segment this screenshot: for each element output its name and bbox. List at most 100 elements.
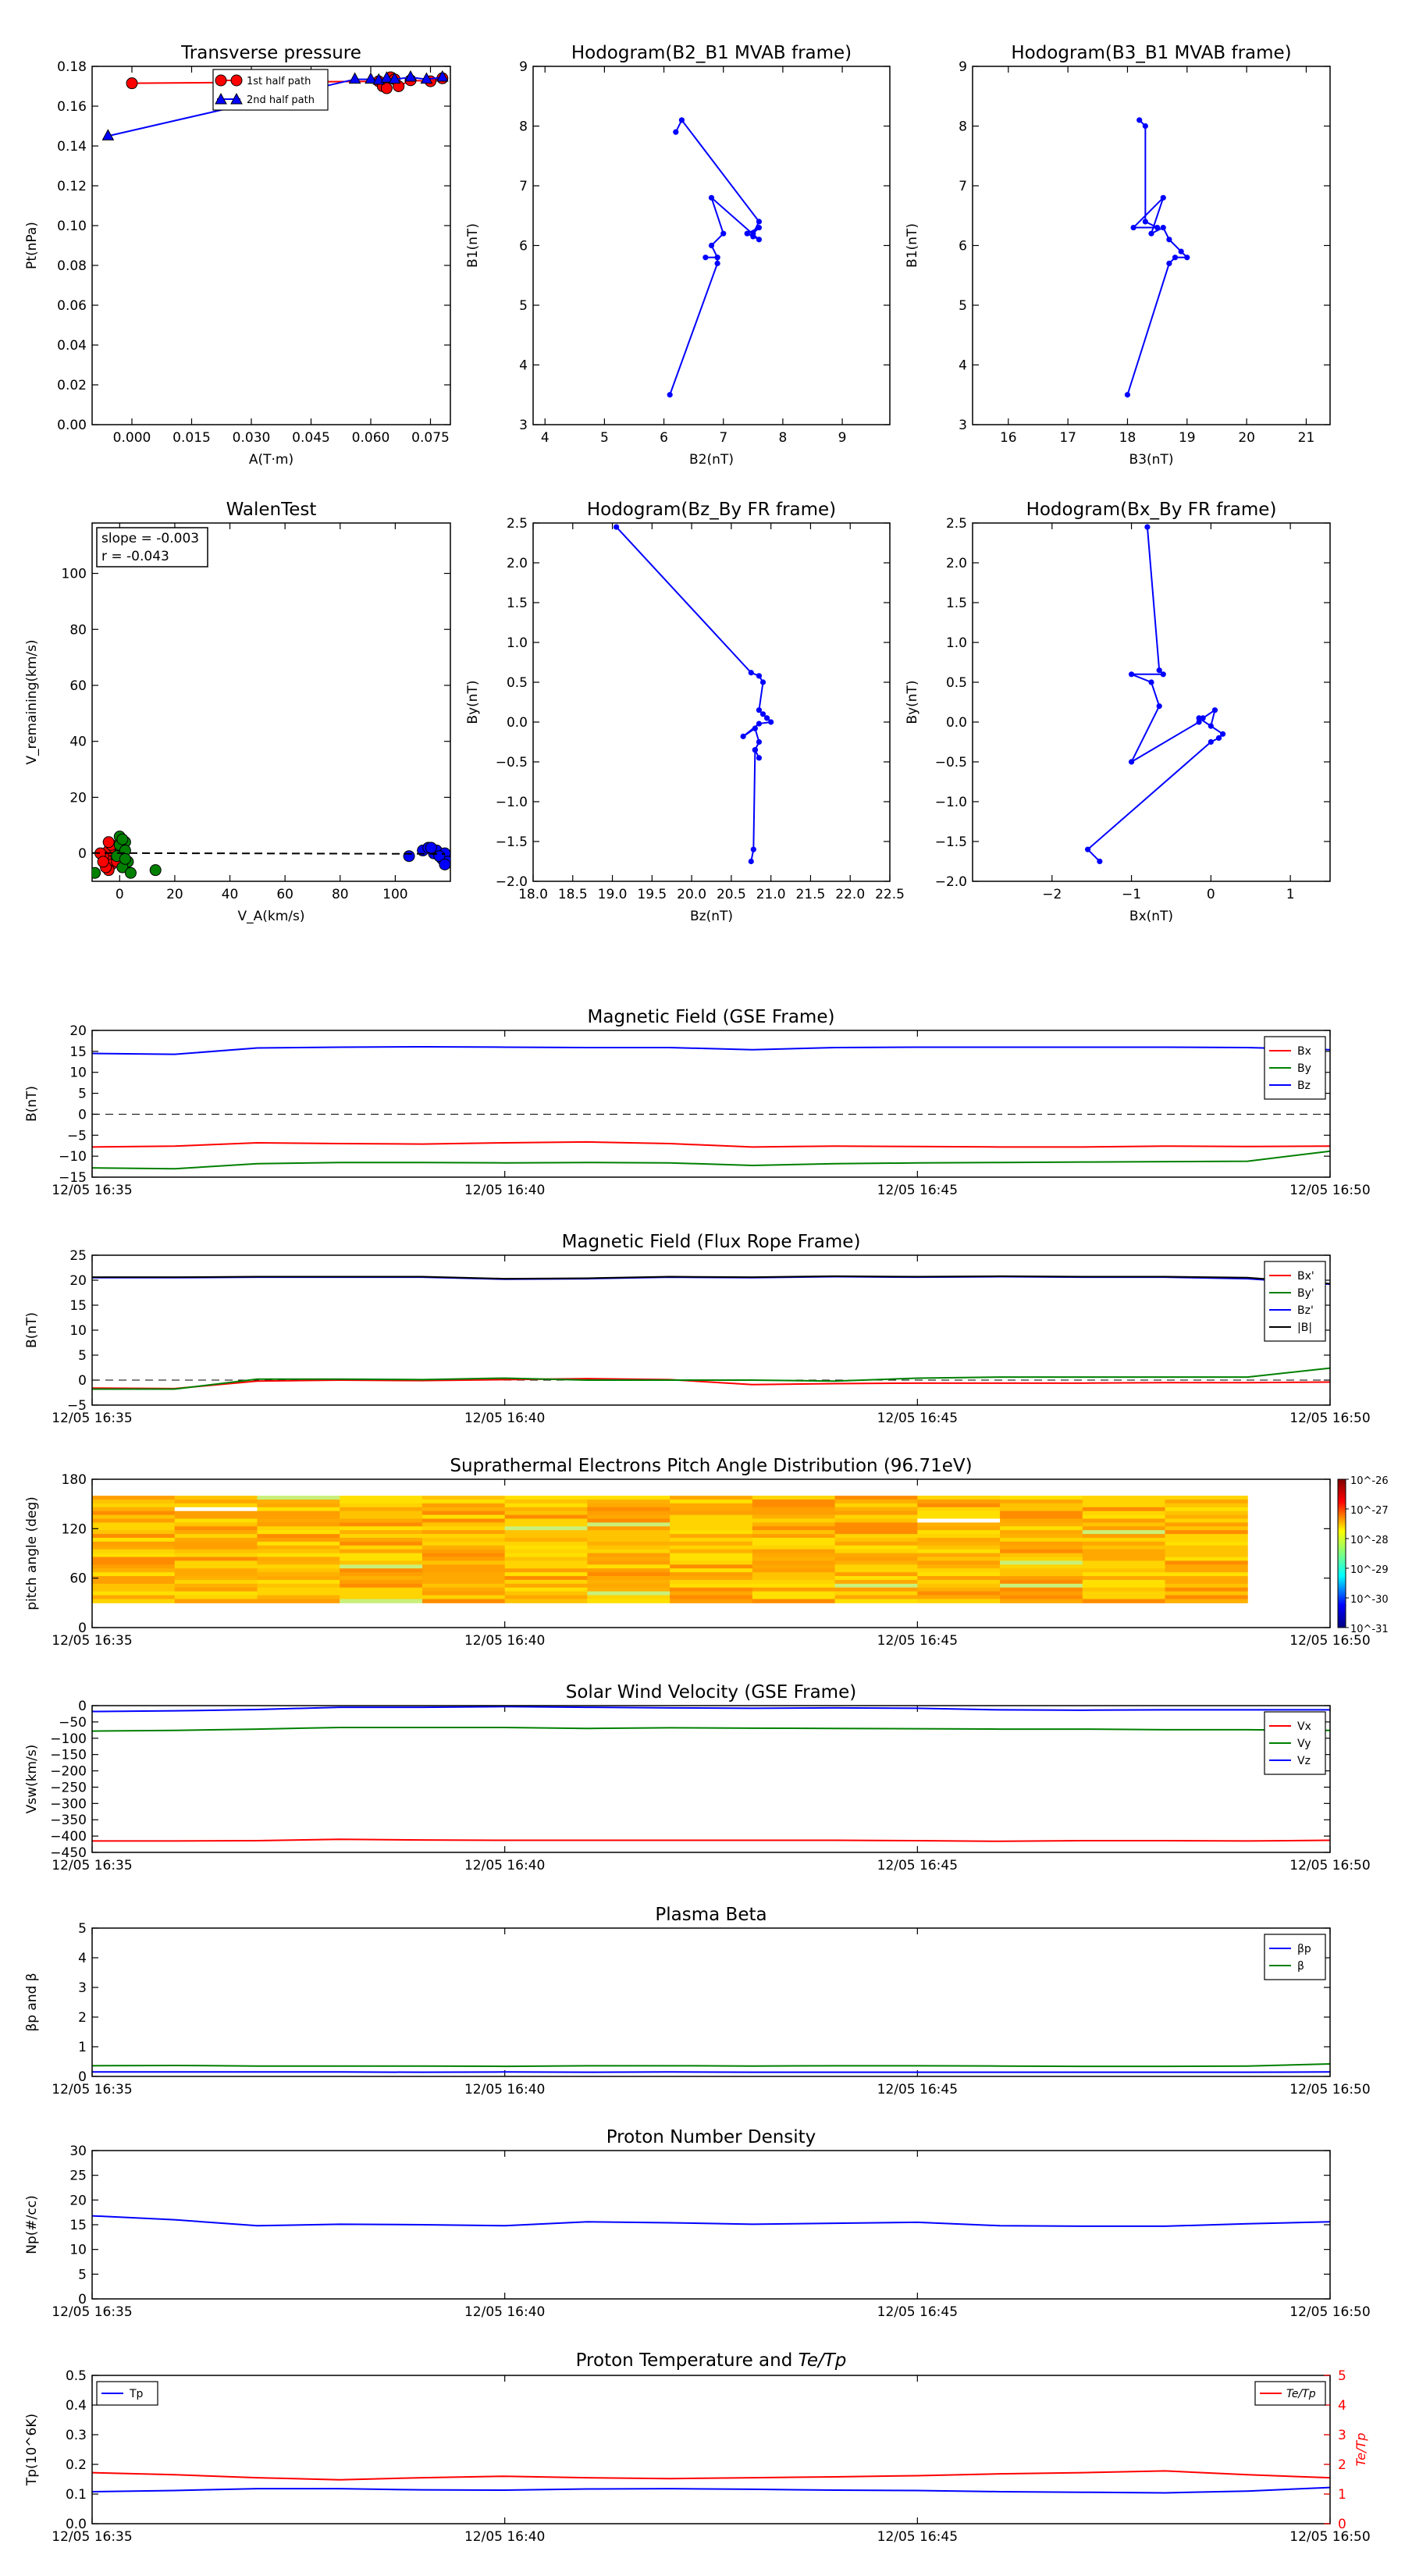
heatmap-cell (1000, 1545, 1083, 1550)
heatmap-cell (92, 1541, 176, 1546)
heatmap-cell (670, 1538, 753, 1542)
heatmap-cell (917, 1534, 1001, 1539)
heatmap-cell (92, 1522, 176, 1527)
y-tick-label: 2.5 (507, 516, 528, 532)
heatmap-cell (422, 1545, 506, 1550)
y-tick-label: 100 (62, 567, 87, 582)
heatmap-cell (1165, 1599, 1248, 1603)
y-axis-label: By(nT) (465, 680, 481, 724)
heatmap-cell (1165, 1503, 1248, 1508)
x-tick-label: 16 (1000, 430, 1017, 446)
x-tick-label: 4 (541, 430, 550, 446)
data-point (750, 233, 756, 240)
data-point (97, 856, 109, 868)
heatmap-cell (1165, 1507, 1248, 1512)
heatmap-cell (1082, 1583, 1166, 1589)
x-tick-label: 0.045 (292, 430, 330, 446)
heatmap-cell (834, 1534, 918, 1539)
heatmap-cell (752, 1599, 836, 1603)
heatmap-cell (422, 1534, 506, 1539)
heatmap-cell (1082, 1591, 1166, 1596)
y-tick-label: 7 (959, 179, 967, 194)
data-point (92, 866, 101, 879)
heatmap-cell (834, 1507, 918, 1512)
panel-walen-test: WalenTest 0 20 40 60 80 100 0 20 40 60 80 100 V_A(km/… (24, 500, 451, 924)
data-point (1220, 731, 1226, 737)
heatmap-cell (834, 1510, 918, 1516)
heatmap-cell (917, 1553, 1001, 1558)
series-line (91, 1150, 1331, 1170)
heatmap-cell (1082, 1568, 1166, 1573)
heatmap-cell (1082, 1496, 1166, 1500)
heatmap-cell (174, 1591, 258, 1596)
heatmap-cell (1165, 1557, 1248, 1561)
time-tick-label: 12/05 16:50 (1289, 1858, 1370, 1873)
heatmap-cell (1000, 1500, 1083, 1504)
x-tick-label: 18 (1119, 430, 1136, 446)
heatmap-cell (1000, 1538, 1083, 1542)
heatmap-cell (1082, 1576, 1166, 1581)
heatmap-cell (917, 1530, 1001, 1535)
y-tick-label: 3 (519, 418, 528, 433)
x-tick-label: 21.0 (756, 887, 786, 902)
heatmap-cell (1082, 1530, 1166, 1535)
x-tick-label: 17 (1059, 430, 1076, 446)
time-tick-label: 12/05 16:45 (877, 2304, 958, 2320)
heatmap-cell (670, 1553, 753, 1558)
heatmap-cell (752, 1514, 836, 1520)
heatmap-cell (834, 1530, 918, 1535)
heatmap-cell (834, 1526, 918, 1531)
data-point (1128, 759, 1135, 765)
heatmap-cell (1165, 1541, 1248, 1546)
y-tick-label: 0.14 (57, 139, 87, 155)
heatmap-cell (1082, 1507, 1166, 1512)
heatmap-cell (422, 1579, 506, 1585)
data-point (756, 755, 763, 761)
heatmap-cell (834, 1599, 918, 1603)
heatmap-cell (1165, 1591, 1248, 1596)
heatmap-cell (504, 1510, 588, 1516)
y-tick-label: −2.0 (496, 874, 528, 890)
heatmap-cell (92, 1526, 176, 1531)
right-y-tick-label: 3 (1338, 2428, 1346, 2443)
heatmap-cell (670, 1583, 753, 1589)
data-point (1178, 248, 1184, 254)
plot-title: Solar Wind Velocity (GSE Frame) (566, 1682, 856, 1703)
y-tick-label: 0 (78, 1373, 87, 1389)
heatmap-cell (1000, 1530, 1083, 1535)
series-line (92, 1838, 1331, 1842)
heatmap-cell (917, 1549, 1001, 1554)
heatmap-cell (257, 1510, 340, 1516)
heatmap-cell (1165, 1587, 1248, 1592)
heatmap-cell (422, 1541, 506, 1546)
data-point (1144, 524, 1151, 530)
data-point (678, 117, 685, 123)
heatmap-cell (670, 1568, 753, 1573)
right-y-tick-label: 5 (1338, 2368, 1346, 2384)
panel-proton-temperature: 0.00.10.20.30.40.5Tp(10^6K)12/05 16:35 12… (24, 2350, 1371, 2545)
y-tick-label: 0 (78, 1107, 87, 1123)
panel-hodogram-bx-by: Hodogram(Bx_By FR frame) −2 −1 0 1 −2.0 −1.5 −1… (905, 500, 1331, 924)
heatmap-cell (422, 1500, 506, 1504)
legend-label: β (1297, 1960, 1304, 1973)
heatmap-cell (504, 1541, 588, 1546)
heatmap-cell (340, 1541, 423, 1546)
data-point (752, 747, 758, 753)
y-axis-label: By(nT) (905, 680, 920, 724)
heatmap-cell (174, 1534, 258, 1539)
y-axis-label: Pt(nPa) (24, 222, 40, 269)
time-tick-label: 12/05 16:50 (1289, 2304, 1370, 2320)
heatmap-cell (340, 1545, 423, 1550)
data-point (1208, 723, 1214, 729)
time-tick-label: 12/05 16:45 (877, 2529, 958, 2545)
series-line (91, 1726, 1331, 1732)
heatmap-cell (174, 1564, 258, 1569)
heatmap-cell (752, 1553, 836, 1558)
heatmap-cell (340, 1538, 423, 1542)
y-tick-label: 0.2 (66, 2457, 87, 2473)
heatmap-cell (174, 1514, 258, 1520)
plot-title: Hodogram(Bz_By FR frame) (587, 500, 836, 520)
legend-label: Te/Tp (1286, 2388, 1316, 2400)
right-y-tick-label: 4 (1338, 2398, 1346, 2414)
y-tick-label: 25 (69, 1248, 87, 1264)
